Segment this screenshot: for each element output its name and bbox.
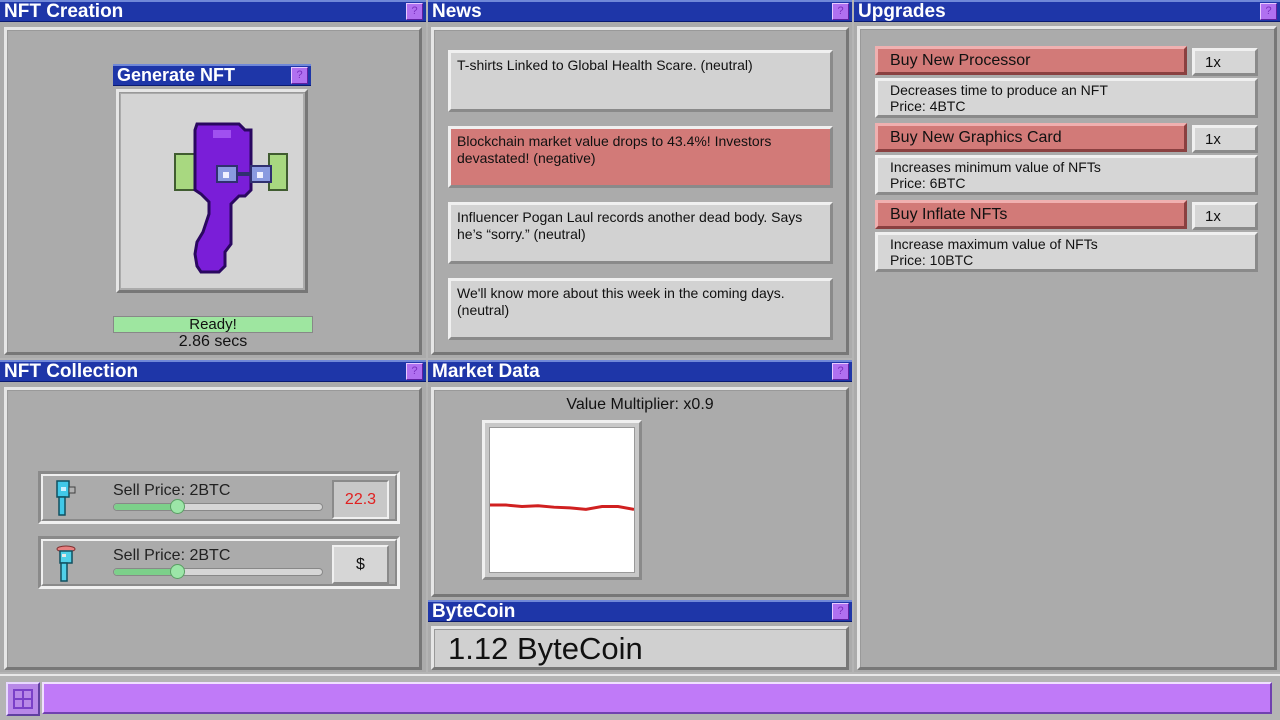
news-item: T-shirts Linked to Global Health Scare. …: [448, 50, 833, 112]
market-data-body: Value Multiplier: x0.9: [431, 387, 849, 597]
nft-collection-title: NFT Collection: [4, 361, 139, 382]
bytecoin-panel: ByteCoin ? 1.12 ByteCoin: [428, 600, 852, 672]
help-button[interactable]: ?: [406, 363, 423, 380]
nft-creation-title: NFT Creation: [4, 1, 124, 22]
upgrade-quantity: 1x: [1192, 125, 1258, 153]
upgrade-label: Buy Inflate NFTs: [890, 206, 1008, 223]
nft-creation-titlebar: NFT Creation ?: [0, 0, 426, 22]
help-button[interactable]: ?: [832, 363, 849, 380]
upgrade-qty-text: 1x: [1205, 131, 1221, 148]
news-titlebar: News ?: [428, 0, 852, 22]
upgrade-description: Increase maximum value of NFTs Price: 10…: [875, 232, 1258, 272]
market-data-title: Market Data: [432, 361, 540, 382]
slider-handle[interactable]: [170, 564, 185, 579]
nft-art-image: [174, 122, 288, 274]
help-button[interactable]: ?: [406, 3, 423, 20]
news-text: T-shirts Linked to Global Health Scare. …: [457, 57, 753, 73]
sell-price-label: Sell Price: 2BTC: [113, 482, 231, 499]
collection-item-inner: Sell Price: 2BTC 22.3: [41, 474, 397, 521]
buy-processor-button[interactable]: Buy New Processor: [875, 46, 1187, 75]
upgrade-qty-text: 1x: [1205, 54, 1221, 71]
sell-button-label: $: [356, 556, 365, 573]
sell-price-label: Sell Price: 2BTC: [113, 547, 231, 564]
slider-handle[interactable]: [170, 499, 185, 514]
generation-time: 2.86 secs: [178, 333, 248, 350]
help-button[interactable]: ?: [832, 603, 849, 620]
upgrade-price: Price: 4BTC: [890, 98, 966, 114]
upgrade-description: Decreases time to produce an NFT Price: …: [875, 78, 1258, 118]
upgrade-qty-text: 1x: [1205, 208, 1221, 225]
start-button[interactable]: [6, 682, 40, 716]
sell-button[interactable]: $: [332, 545, 389, 584]
market-series-line: [490, 503, 634, 511]
news-item: Blockchain market value drops to 43.4%! …: [448, 126, 833, 188]
collection-item: Sell Price: 2BTC $: [38, 536, 400, 589]
sell-value-display[interactable]: 22.3: [332, 480, 389, 519]
news-item: We'll know more about this week in the c…: [448, 278, 833, 340]
upgrades-titlebar: Upgrades ?: [854, 0, 1280, 22]
upgrades-body: Buy New Processor 1x Decreases time to p…: [857, 26, 1277, 670]
upgrade-price: Price: 10BTC: [890, 252, 974, 268]
slider-fill: [114, 504, 177, 510]
market-chart-frame: [482, 420, 642, 580]
nft-collection-body: Sell Price: 2BTC 22.3 Sell Price: 2BTC $: [4, 387, 422, 670]
bytecoin-balance: 1.12 ByteCoin: [448, 631, 643, 666]
generate-nft-title: Generate NFT: [117, 65, 236, 85]
sell-price-slider[interactable]: [113, 499, 323, 514]
grid-icon: [13, 689, 33, 709]
nft-thumbnail-image: [56, 545, 76, 582]
taskbar: [0, 674, 1280, 720]
upgrade-price: Price: 6BTC: [890, 175, 966, 191]
upgrade-quantity: 1x: [1192, 48, 1258, 76]
market-chart: [489, 427, 635, 573]
collection-item: Sell Price: 2BTC 22.3: [38, 471, 400, 524]
nft-preview-frame: [116, 89, 308, 293]
upgrade-quantity: 1x: [1192, 202, 1258, 230]
upgrade-desc-text: Increases minimum value of NFTs: [890, 159, 1101, 175]
taskbar-strip[interactable]: [42, 682, 1272, 714]
collection-item-inner: Sell Price: 2BTC $: [41, 539, 397, 586]
help-button[interactable]: ?: [832, 3, 849, 20]
nft-creation-body: Generate NFT ? Ready! 2.86 secs: [4, 27, 422, 355]
news-item: Influencer Pogan Laul records another de…: [448, 202, 833, 264]
nft-collection-titlebar: NFT Collection ?: [0, 360, 426, 382]
upgrade-desc-text: Decreases time to produce an NFT: [890, 82, 1108, 98]
news-text: Blockchain market value drops to 43.4%! …: [457, 133, 772, 166]
generation-progress-bar: Ready!: [113, 316, 313, 333]
buy-inflate-nfts-button[interactable]: Buy Inflate NFTs: [875, 200, 1187, 229]
bytecoin-title: ByteCoin: [432, 601, 516, 622]
news-text: We'll know more about this week in the c…: [457, 285, 785, 318]
generate-nft-window[interactable]: Generate NFT ?: [113, 64, 311, 296]
sell-price-slider[interactable]: [113, 564, 323, 579]
value-multiplier: Value Multiplier: x0.9: [566, 396, 714, 413]
market-data-titlebar: Market Data ?: [428, 360, 852, 382]
help-button[interactable]: ?: [291, 67, 308, 84]
slider-fill: [114, 569, 177, 575]
upgrade-label: Buy New Processor: [890, 52, 1031, 69]
nft-creation-panel: NFT Creation ? Generate NFT ? Ready! 2.8…: [0, 0, 426, 358]
upgrades-panel: Upgrades ? Buy New Processor 1x Decrease…: [854, 0, 1280, 672]
generation-status: Ready!: [189, 316, 237, 333]
nft-preview-canvas: [121, 94, 303, 288]
nft-thumbnail-image: [56, 480, 76, 516]
nft-collection-panel: NFT Collection ? Sell Price: 2BTC 22.3 S…: [0, 360, 426, 672]
news-title: News: [432, 1, 482, 22]
help-button[interactable]: ?: [1260, 3, 1277, 20]
news-text: Influencer Pogan Laul records another de…: [457, 209, 803, 242]
generate-nft-titlebar: Generate NFT ?: [113, 64, 311, 86]
market-data-panel: Market Data ? Value Multiplier: x0.9: [428, 360, 852, 600]
upgrade-desc-text: Increase maximum value of NFTs: [890, 236, 1098, 252]
upgrade-label: Buy New Graphics Card: [890, 129, 1062, 146]
bytecoin-body: 1.12 ByteCoin: [431, 626, 849, 670]
upgrade-description: Increases minimum value of NFTs Price: 6…: [875, 155, 1258, 195]
upgrades-title: Upgrades: [858, 1, 946, 22]
news-body: T-shirts Linked to Global Health Scare. …: [431, 27, 849, 355]
buy-graphics-card-button[interactable]: Buy New Graphics Card: [875, 123, 1187, 152]
bytecoin-titlebar: ByteCoin ?: [428, 600, 852, 622]
sell-value-text: 22.3: [344, 491, 377, 508]
news-panel: News ? T-shirts Linked to Global Health …: [428, 0, 852, 358]
